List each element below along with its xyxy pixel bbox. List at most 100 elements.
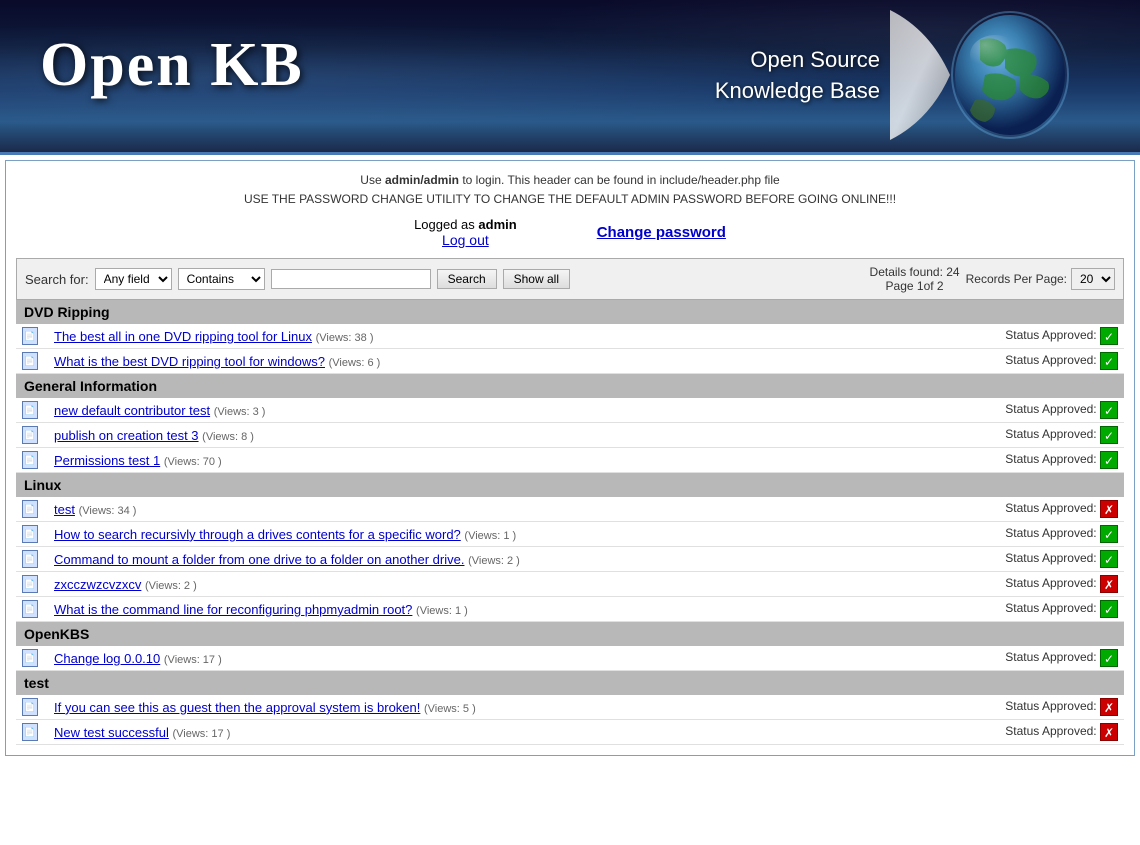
table-row: 📄 The best all in one DVD ripping tool f… xyxy=(16,324,1124,349)
table-row: 📄 How to search recursivly through a dri… xyxy=(16,522,1124,547)
category-header: OpenKBS xyxy=(16,622,1124,647)
change-password-link[interactable]: Change password xyxy=(597,224,726,241)
site-subtitle: Open Source Knowledge Base xyxy=(715,45,880,107)
category-header: Linux xyxy=(16,473,1124,498)
page-header: Open KB Open Source Knowledge Base xyxy=(0,0,1140,155)
doc-icon-cell: 📄 xyxy=(16,448,48,473)
item-link[interactable]: Change log 0.0.10 xyxy=(54,651,160,666)
logout-link[interactable]: Log out xyxy=(414,232,517,248)
table-row: 📄 New test successful (Views: 17 ) Statu… xyxy=(16,720,1124,745)
status-approved-icon: ✓ xyxy=(1100,649,1118,667)
doc-icon-cell: 📄 xyxy=(16,398,48,423)
item-title-cell: What is the best DVD ripping tool for wi… xyxy=(48,349,901,374)
records-per-page-label: Records Per Page: xyxy=(966,272,1067,286)
table-row: 📄 If you can see this as guest then the … xyxy=(16,695,1124,720)
doc-icon-cell: 📄 xyxy=(16,572,48,597)
category-name: Linux xyxy=(16,473,1124,498)
item-link[interactable]: Permissions test 1 xyxy=(54,453,160,468)
item-link[interactable]: zxcczwzcvzxcv xyxy=(54,577,141,592)
doc-icon-cell: 📄 xyxy=(16,646,48,671)
search-bar: Search for: Any field Title Content Cont… xyxy=(16,258,1124,300)
item-link[interactable]: test xyxy=(54,502,75,517)
status-label: Status Approved: xyxy=(1005,527,1096,541)
search-condition-select[interactable]: Contains Starts with Ends with Equals xyxy=(178,268,265,290)
document-icon: 📄 xyxy=(22,426,38,444)
views-count: (Views: 70 ) xyxy=(164,456,222,468)
document-icon: 📄 xyxy=(22,600,38,618)
doc-icon-cell: 📄 xyxy=(16,423,48,448)
item-link[interactable]: What is the best DVD ripping tool for wi… xyxy=(54,354,325,369)
item-title-cell: zxcczwzcvzxcv (Views: 2 ) xyxy=(48,572,901,597)
document-icon: 📄 xyxy=(22,500,38,518)
status-approved-icon: ✓ xyxy=(1100,352,1118,370)
status-rejected-icon: ✗ xyxy=(1100,575,1118,593)
status-cell: Status Approved: ✓ xyxy=(901,522,1124,547)
status-rejected-icon: ✗ xyxy=(1100,500,1118,518)
item-link[interactable]: If you can see this as guest then the ap… xyxy=(54,700,420,715)
item-link[interactable]: new default contributor test xyxy=(54,403,210,418)
views-count: (Views: 17 ) xyxy=(173,728,231,740)
login-bar: Logged as admin Log out Change password xyxy=(16,217,1124,248)
status-label: Status Approved: xyxy=(1005,403,1096,417)
views-count: (Views: 6 ) xyxy=(329,357,381,369)
views-count: (Views: 5 ) xyxy=(424,703,476,715)
status-cell: Status Approved: ✓ xyxy=(901,547,1124,572)
doc-icon-cell: 📄 xyxy=(16,547,48,572)
doc-icon-cell: 📄 xyxy=(16,597,48,622)
warning-text: USE THE PASSWORD CHANGE UTILITY TO CHANG… xyxy=(244,192,896,206)
status-approved-icon: ✓ xyxy=(1100,451,1118,469)
page-info: Page 1of 2 xyxy=(886,279,944,293)
table-row: 📄 What is the command line for reconfigu… xyxy=(16,597,1124,622)
status-label: Status Approved: xyxy=(1005,552,1096,566)
item-link[interactable]: New test successful xyxy=(54,725,169,740)
category-name: General Information xyxy=(16,374,1124,399)
status-label: Status Approved: xyxy=(1005,700,1096,714)
status-rejected-icon: ✗ xyxy=(1100,723,1118,741)
status-label: Status Approved: xyxy=(1005,329,1096,343)
document-icon: 📄 xyxy=(22,451,38,469)
logged-username: admin xyxy=(478,217,516,232)
records-per-page-select[interactable]: 20 10 50 xyxy=(1071,268,1115,290)
search-field-select[interactable]: Any field Title Content xyxy=(95,268,172,290)
document-icon: 📄 xyxy=(22,575,38,593)
status-label: Status Approved: xyxy=(1005,577,1096,591)
search-info: Details found: 24 Page 1of 2 xyxy=(870,265,960,293)
category-name: test xyxy=(16,671,1124,696)
category-header: DVD Ripping xyxy=(16,300,1124,324)
status-cell: Status Approved: ✗ xyxy=(901,497,1124,522)
item-link[interactable]: The best all in one DVD ripping tool for… xyxy=(54,329,312,344)
views-count: (Views: 17 ) xyxy=(164,654,222,666)
logged-as-label: Logged as xyxy=(414,217,475,232)
item-title-cell: Permissions test 1 (Views: 70 ) xyxy=(48,448,901,473)
item-link[interactable]: publish on creation test 3 xyxy=(54,428,199,443)
search-button[interactable]: Search xyxy=(437,269,497,289)
document-icon: 📄 xyxy=(22,550,38,568)
status-cell: Status Approved: ✓ xyxy=(901,349,1124,374)
status-cell: Status Approved: ✓ xyxy=(901,398,1124,423)
item-title-cell: New test successful (Views: 17 ) xyxy=(48,720,901,745)
item-title-cell: publish on creation test 3 (Views: 8 ) xyxy=(48,423,901,448)
item-title-cell: test (Views: 34 ) xyxy=(48,497,901,522)
status-label: Status Approved: xyxy=(1005,651,1096,665)
document-icon: 📄 xyxy=(22,401,38,419)
search-input[interactable] xyxy=(271,269,431,289)
status-cell: Status Approved: ✗ xyxy=(901,572,1124,597)
item-link[interactable]: How to search recursivly through a drive… xyxy=(54,527,461,542)
views-count: (Views: 1 ) xyxy=(464,530,516,542)
views-count: (Views: 3 ) xyxy=(214,406,266,418)
item-link[interactable]: Command to mount a folder from one drive… xyxy=(54,552,464,567)
item-link[interactable]: What is the command line for reconfiguri… xyxy=(54,602,412,617)
item-title-cell: How to search recursivly through a drive… xyxy=(48,522,901,547)
document-icon: 📄 xyxy=(22,698,38,716)
status-approved-icon: ✓ xyxy=(1100,426,1118,444)
table-row: 📄 Permissions test 1 (Views: 70 ) Status… xyxy=(16,448,1124,473)
item-title-cell: If you can see this as guest then the ap… xyxy=(48,695,901,720)
document-icon: 📄 xyxy=(22,723,38,741)
show-all-button[interactable]: Show all xyxy=(503,269,570,289)
doc-icon-cell: 📄 xyxy=(16,324,48,349)
category-name: DVD Ripping xyxy=(16,300,1124,324)
status-cell: Status Approved: ✗ xyxy=(901,695,1124,720)
views-count: (Views: 38 ) xyxy=(316,332,374,344)
status-label: Status Approved: xyxy=(1005,354,1096,368)
table-row: 📄 new default contributor test (Views: 3… xyxy=(16,398,1124,423)
